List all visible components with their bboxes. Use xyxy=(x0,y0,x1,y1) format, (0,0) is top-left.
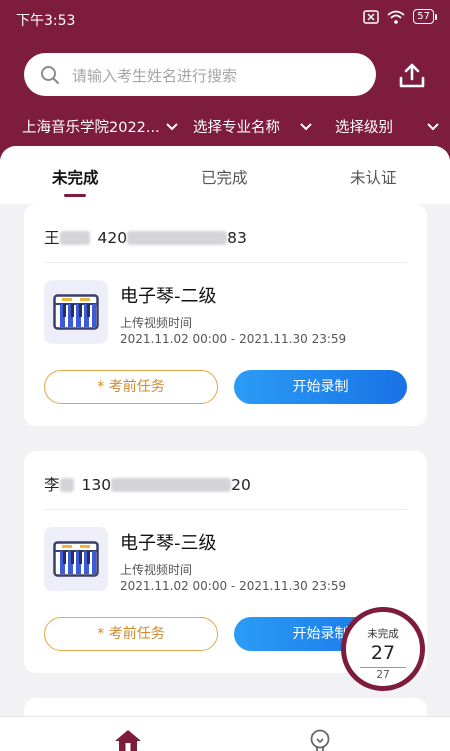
progress-total: 27 xyxy=(376,669,390,681)
chevron-down-icon xyxy=(166,122,178,130)
chevron-down-icon xyxy=(427,122,439,130)
divider xyxy=(44,262,407,263)
wifi-icon xyxy=(387,10,405,24)
redacted-name xyxy=(59,231,90,245)
chevron-down-icon xyxy=(300,122,312,130)
home-icon[interactable] xyxy=(114,729,142,751)
progress-badge[interactable]: 未完成 27 27 xyxy=(341,607,425,691)
tab-unverified[interactable]: 未认证 xyxy=(350,166,397,188)
redacted-name xyxy=(59,478,74,492)
level-filter-label: 选择级别 xyxy=(335,120,393,136)
student-info: 王 420 83 xyxy=(44,226,247,248)
status-tabs: 未完成 已完成 未认证 xyxy=(0,146,450,204)
search-input[interactable] xyxy=(70,53,364,98)
instrument-thumbnail xyxy=(44,280,108,344)
tab-completed[interactable]: 已完成 xyxy=(201,166,248,188)
status-bar: 下午3:53 57 xyxy=(0,0,450,38)
school-filter[interactable]: 上海音乐学院2022... xyxy=(22,116,178,137)
exam-name: 电子琴-三级 xyxy=(120,533,217,554)
student-id-prefix: 420 xyxy=(97,229,128,247)
student-id-prefix: 130 xyxy=(81,476,112,494)
progress-divider xyxy=(360,667,406,668)
keyboard-icon xyxy=(53,294,99,330)
divider xyxy=(44,509,407,510)
start-recording-button[interactable]: 开始录制 xyxy=(234,370,407,404)
student-name: 李 xyxy=(44,476,60,494)
search-icon xyxy=(41,66,59,84)
upload-period: 2021.11.02 00:00 - 2021.11.30 23:59 xyxy=(120,579,347,593)
upload-period-label: 上传视频时间 xyxy=(120,316,193,330)
major-filter-label: 选择专业名称 xyxy=(193,120,280,136)
status-time: 下午3:53 xyxy=(16,13,76,29)
status-icons: 57 xyxy=(363,9,437,24)
header: 下午3:53 57 上海音乐学院2022... xyxy=(0,0,450,160)
lightbulb-icon[interactable] xyxy=(308,729,332,751)
upload-period-label: 上传视频时间 xyxy=(120,563,193,577)
bottom-nav xyxy=(0,716,450,751)
instrument-thumbnail xyxy=(44,527,108,591)
student-info: 李 130 20 xyxy=(44,473,251,495)
upload-period: 2021.11.02 00:00 - 2021.11.30 23:59 xyxy=(120,332,347,346)
battery-icon: 57 xyxy=(413,9,437,24)
exam-card: 王42083 电子琴-二级 上传视频时间 2021.11.02 00:00 xyxy=(24,204,427,426)
student-id-suffix: 20 xyxy=(231,476,251,494)
search-bar[interactable] xyxy=(24,53,376,98)
redacted-id xyxy=(111,478,232,492)
keyboard-icon xyxy=(53,541,99,577)
student-name: 王 xyxy=(44,229,60,247)
mute-icon xyxy=(363,9,380,24)
major-filter[interactable]: 选择专业名称 xyxy=(193,116,312,137)
tab-incomplete[interactable]: 未完成 xyxy=(52,166,99,188)
upload-icon[interactable] xyxy=(398,62,426,90)
progress-count: 27 xyxy=(370,642,396,664)
filter-bar: 上海音乐学院2022... 选择专业名称 选择级别 xyxy=(0,112,450,144)
level-filter[interactable]: 选择级别 xyxy=(335,116,439,137)
student-id-suffix: 83 xyxy=(227,229,247,247)
redacted-id xyxy=(127,231,228,245)
tab-indicator xyxy=(64,194,86,197)
pre-exam-task-button[interactable]: * 考前任务 xyxy=(44,370,218,404)
progress-label: 未完成 xyxy=(367,628,399,640)
pre-exam-task-button[interactable]: * 考前任务 xyxy=(44,617,218,651)
exam-name: 电子琴-二级 xyxy=(120,286,217,307)
school-filter-label: 上海音乐学院2022... xyxy=(22,120,160,136)
